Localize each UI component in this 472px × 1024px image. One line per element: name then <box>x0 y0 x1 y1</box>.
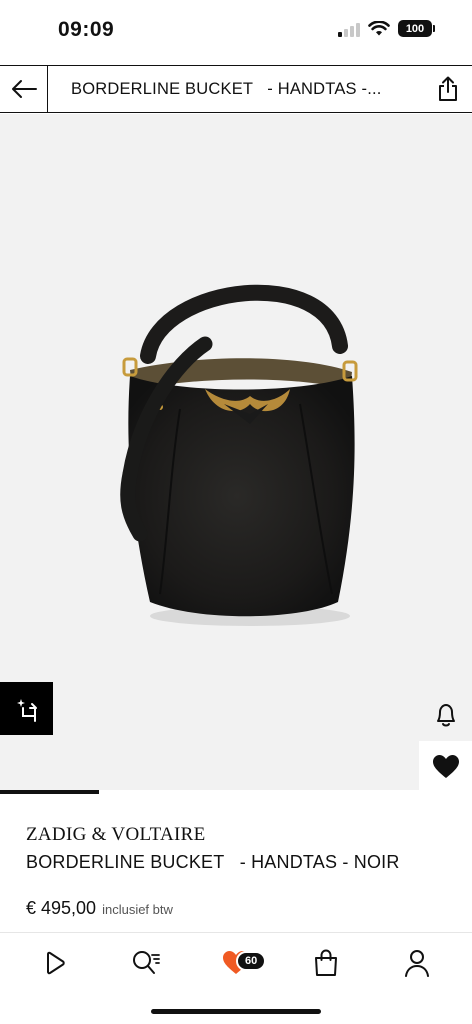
arrow-left-icon <box>11 80 37 98</box>
status-time: 09:09 <box>58 18 115 41</box>
product-name: BORDERLINE BUCKET - HANDTAS - NOIR <box>26 852 400 872</box>
share-icon <box>439 76 457 101</box>
heart-filled-icon <box>432 755 459 778</box>
battery-icon: 100 <box>398 20 435 37</box>
brand-name[interactable]: ZADIG & VOLTAIRE <box>26 824 206 846</box>
tab-bar: 60 <box>0 932 472 992</box>
tab-bag[interactable] <box>296 937 356 989</box>
price-row: € 495,00 inclusief btw <box>26 898 173 919</box>
home-indicator <box>151 1009 321 1014</box>
share-button[interactable] <box>424 66 472 113</box>
tab-wishlist[interactable]: 60 <box>206 937 267 989</box>
product-image <box>120 284 358 626</box>
notify-button[interactable] <box>419 688 472 741</box>
wifi-icon <box>368 20 390 35</box>
bell-icon <box>436 703 455 726</box>
user-icon <box>404 949 429 977</box>
status-icons: 100 <box>338 20 435 37</box>
tab-account[interactable] <box>387 937 447 989</box>
price: € 495,00 <box>26 898 97 918</box>
play-icon <box>47 951 65 974</box>
shopping-bag-icon <box>315 948 338 976</box>
battery-level: 100 <box>405 22 425 35</box>
tab-home[interactable] <box>25 937 85 989</box>
product-image-gallery[interactable] <box>0 114 472 792</box>
wishlist-count-badge: 60 <box>235 950 267 971</box>
page-title: BORDERLINE BUCKET - HANDTAS -... <box>71 79 382 98</box>
tax-note: inclusief btw <box>102 902 173 917</box>
wishlist-button[interactable] <box>419 741 472 793</box>
gallery-progress-fill <box>0 790 100 794</box>
nav-header: BORDERLINE BUCKET - HANDTAS -... <box>0 65 472 113</box>
tab-search[interactable] <box>116 937 176 989</box>
visual-search-button[interactable] <box>0 682 53 735</box>
search-icon <box>132 950 160 974</box>
crop-sparkle-icon <box>16 698 37 722</box>
status-bar: 09:09 100 <box>0 0 472 64</box>
gallery-progress <box>0 790 472 794</box>
signal-icon <box>338 21 360 37</box>
back-button[interactable] <box>0 65 48 113</box>
